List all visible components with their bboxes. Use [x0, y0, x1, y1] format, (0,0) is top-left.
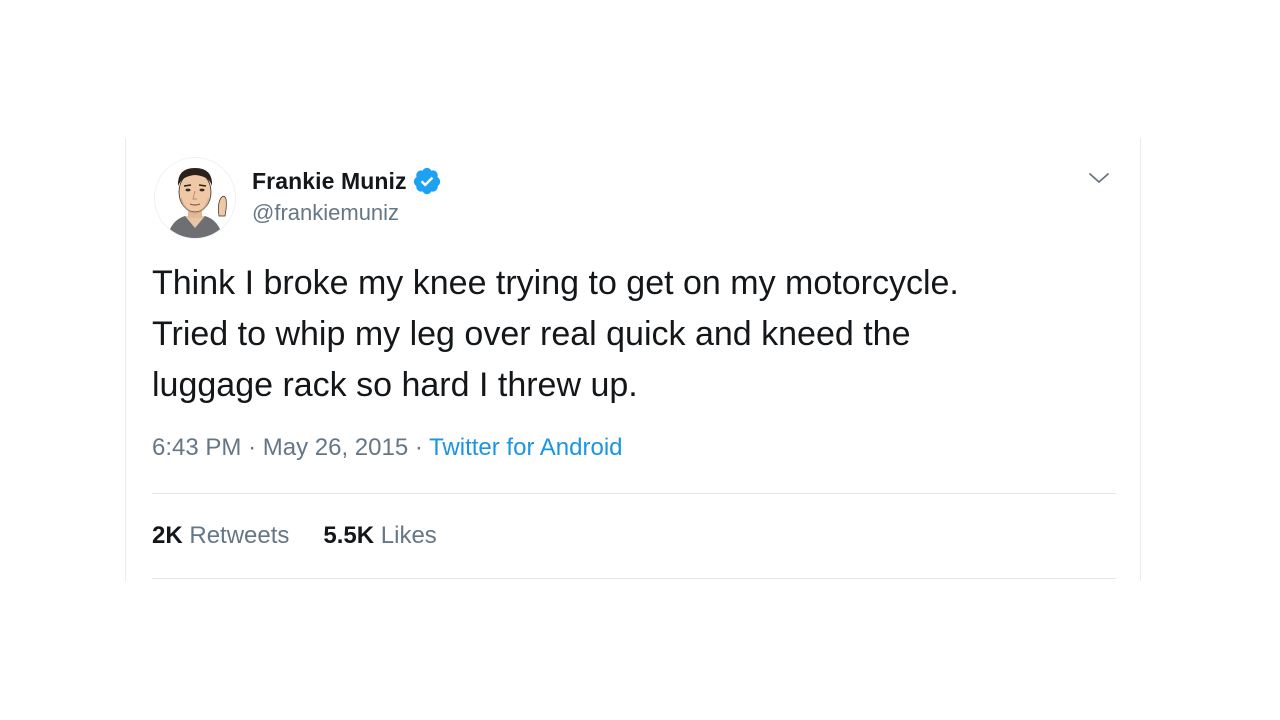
author-name-row: Frankie Muniz: [252, 165, 442, 197]
tweet-text-line: luggage rack so hard I threw up.: [152, 366, 638, 404]
tweet-source-link[interactable]: Twitter for Android: [429, 434, 622, 461]
meta-separator: ·: [414, 434, 430, 461]
meta-separator: ·: [248, 434, 263, 461]
display-name[interactable]: Frankie Muniz: [252, 168, 407, 195]
divider: [152, 578, 1116, 579]
tweet-stats: 2K Retweets 5.5K Likes: [152, 522, 471, 550]
author-handle[interactable]: @frankiemuniz: [252, 200, 399, 226]
chevron-down-icon[interactable]: [1086, 168, 1112, 188]
divider: [152, 493, 1116, 494]
tweet-text: Think I broke my knee trying to get on m…: [152, 258, 1112, 411]
avatar-illustration: [155, 158, 235, 238]
retweets-stat[interactable]: 2K Retweets: [152, 522, 289, 550]
tweet-time[interactable]: 6:43 PM: [152, 434, 241, 461]
retweets-label: Retweets: [189, 522, 290, 549]
likes-count: 5.5K: [323, 522, 381, 549]
avatar[interactable]: [154, 157, 236, 239]
tweet-text-line: Tried to whip my leg over real quick and…: [152, 315, 911, 353]
tweet-text-line: Think I broke my knee trying to get on m…: [152, 264, 959, 302]
tweet-date[interactable]: May 26, 2015: [263, 434, 408, 461]
tweet-meta: 6:43 PM · May 26, 2015 · Twitter for And…: [152, 434, 623, 462]
likes-stat[interactable]: 5.5K Likes: [323, 522, 436, 550]
retweets-count: 2K: [152, 522, 190, 549]
tweet-card: Frankie Muniz @frankiemuniz Think I brok…: [125, 138, 1141, 581]
verified-badge-icon: [412, 166, 442, 196]
likes-label: Likes: [380, 522, 437, 549]
